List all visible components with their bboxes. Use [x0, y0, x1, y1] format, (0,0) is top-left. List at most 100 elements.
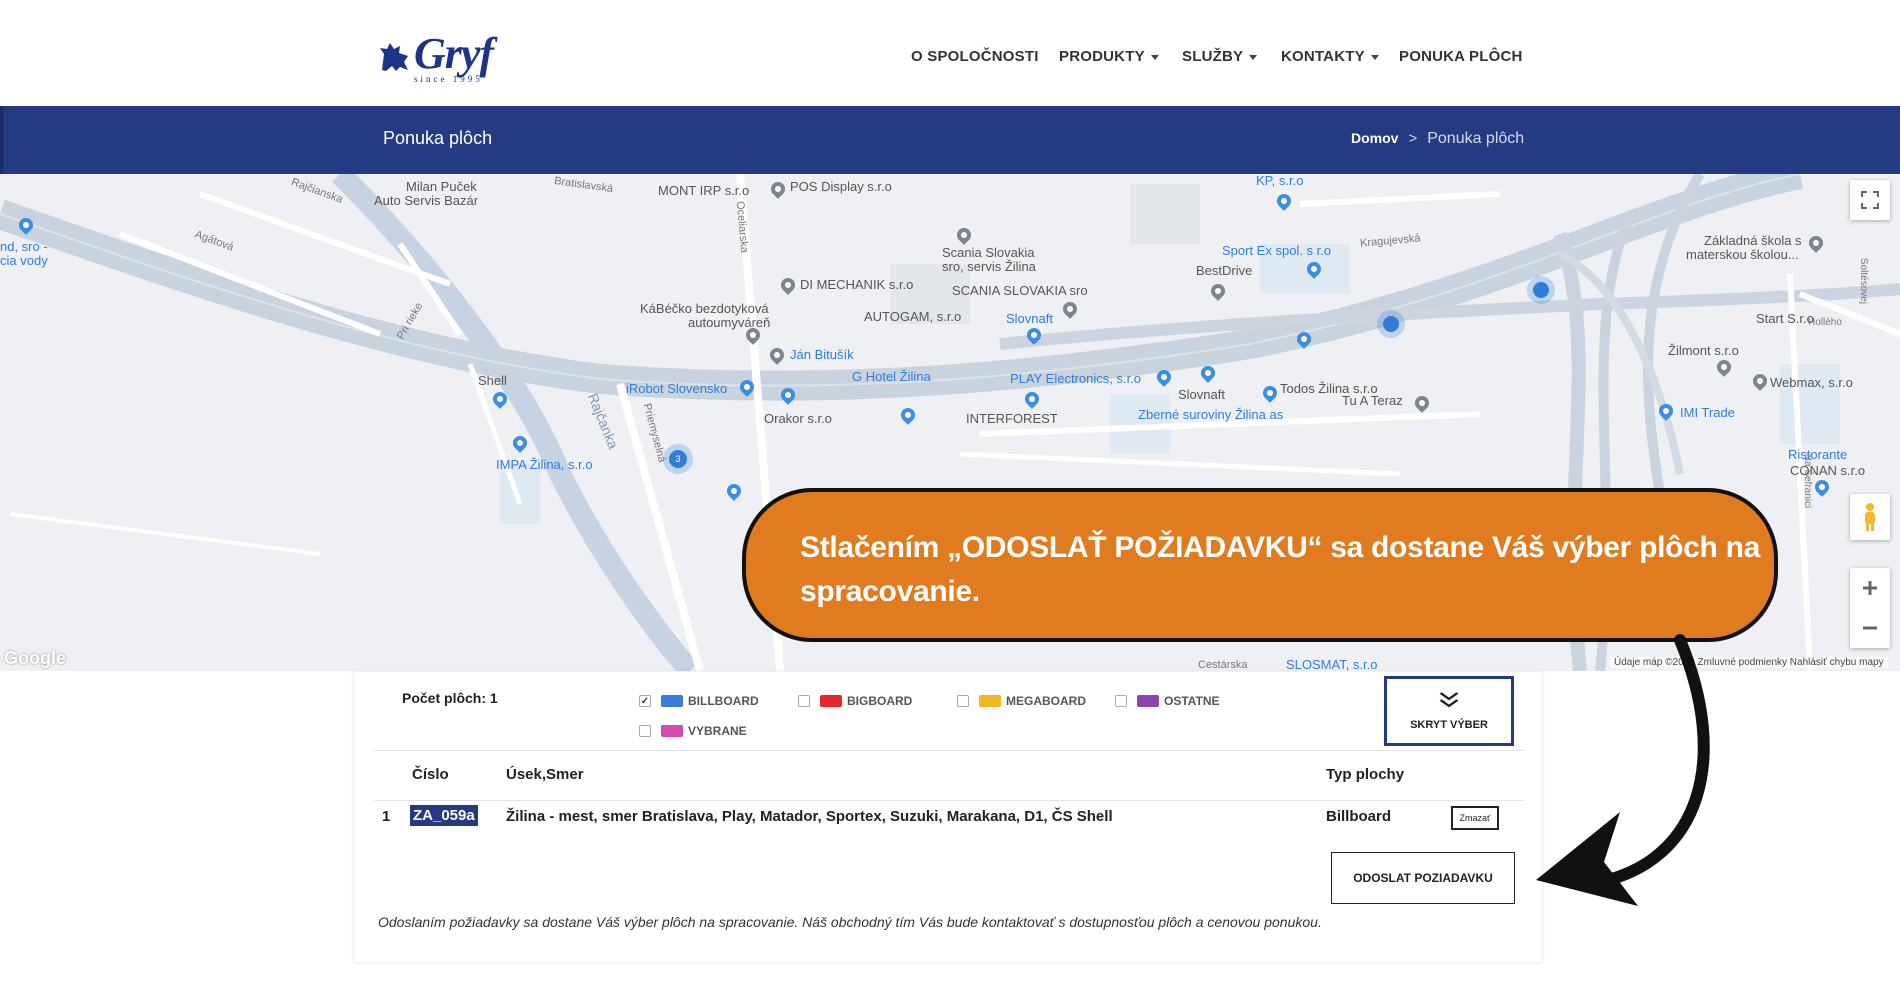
pegman-icon — [1865, 503, 1875, 531]
map-label: Cestárska — [1198, 659, 1248, 671]
map-label: Tu A Teraz — [1342, 393, 1403, 408]
breadcrumb: Domov > Ponuka plôch — [1351, 130, 1524, 148]
selected-location-marker[interactable] — [1383, 316, 1399, 332]
map-label: Auto Servis Bazár — [374, 193, 479, 208]
location-marker[interactable] — [1533, 282, 1549, 298]
map-label: Soltésovej — [1858, 257, 1870, 305]
legend-megaboard[interactable]: MEGABOARD — [957, 694, 1086, 708]
map-label: Milan Puček — [406, 179, 477, 194]
instruction-callout: Stlačením „ODOSLAŤ POŽIADAVKU“ sa dostan… — [742, 488, 1778, 642]
color-swatch — [661, 725, 683, 737]
lion-icon — [380, 43, 408, 71]
map-label: INTERFOREST — [966, 411, 1058, 426]
zoom-out-button[interactable] — [1861, 608, 1879, 648]
map-label: Orakor s.r.o — [764, 411, 832, 426]
checkbox[interactable] — [957, 695, 969, 707]
map-label: nd, sro - — [0, 239, 48, 254]
map-label: IMI Trade — [1680, 405, 1735, 420]
chevron-down-icon — [1150, 54, 1159, 60]
color-swatch — [1137, 695, 1159, 707]
map-label: Ristorante — [1788, 447, 1848, 462]
map-label: Sport Ex spol. s r.o — [1222, 243, 1332, 258]
site-header: Gryf since 1995 O SPOLOČNOSTI PRODUKTY S… — [0, 0, 1900, 106]
plus-icon — [1863, 581, 1877, 595]
map-label: DI MECHANIK s.r.o — [800, 277, 914, 292]
map-label: G Hotel Žilina — [852, 369, 931, 384]
map-label: autoumyváreň — [688, 315, 771, 330]
fullscreen-button[interactable] — [1850, 180, 1890, 220]
map-label: KáBéčko bezdotyková — [640, 301, 769, 316]
checkbox[interactable] — [1115, 695, 1127, 707]
google-logo: Google — [4, 648, 66, 668]
legend-vybrane[interactable]: VYBRANE — [639, 724, 747, 738]
map-label: SCANIA SLOVAKIA sro — [952, 283, 1088, 298]
callout-text: Stlačením „ODOSLAŤ POŽIADAVKU“ sa dostan… — [800, 531, 1761, 608]
map-label: Hollého — [1808, 317, 1842, 328]
map-label: sro, servis Žilina — [942, 259, 1036, 274]
map-label: Základná škola s — [1704, 233, 1802, 248]
page-title-bar: Ponuka plôch Domov > Ponuka plôch — [0, 106, 1900, 174]
map-label: AUTOGAM, s.r.o — [864, 309, 962, 324]
row-section: Žilina - mest, smer Bratislava, Play, Ma… — [506, 808, 1113, 825]
legend-billboard[interactable]: ✓ BILLBOARD — [639, 694, 759, 708]
map-label: Na Šefranici — [1802, 453, 1814, 509]
street-view-button[interactable] — [1850, 494, 1890, 540]
nav-kontakty[interactable]: KONTAKTY — [1281, 48, 1379, 68]
request-note: Odoslaním požiadavky sa dostane Váš výbe… — [378, 914, 1322, 930]
zoom-controls — [1850, 568, 1890, 648]
color-swatch — [661, 695, 683, 707]
row-type: Billboard — [1326, 808, 1392, 825]
chevron-down-icon — [1249, 54, 1258, 60]
legend-ostatne[interactable]: OSTATNE — [1115, 694, 1220, 708]
map-label: Ján Bitušík — [790, 347, 854, 362]
map-label: cia vody — [0, 253, 48, 268]
map-label: Slovnaft — [1006, 311, 1053, 326]
delete-button[interactable]: Zmazať — [1451, 806, 1499, 830]
column-header-section: Úsek,Smer — [506, 766, 584, 783]
map-label: KP, s.r.o — [1256, 174, 1304, 188]
map-label: iRobot Slovensko — [626, 381, 728, 396]
cluster-marker[interactable]: 3 — [669, 450, 687, 468]
checkbox[interactable] — [798, 695, 810, 707]
map-label: Zberné suroviny Žilina as — [1138, 407, 1284, 422]
double-chevron-down-icon — [1436, 691, 1461, 711]
legend-bigboard[interactable]: BIGBOARD — [798, 694, 912, 708]
map-attribution[interactable]: Údaje máp ©2019 Zmluvné podmienky Nahlás… — [1610, 657, 1888, 668]
hide-selection-button[interactable]: SKRYT VÝBER — [1384, 676, 1514, 746]
map-label: Webmax, s.r.o — [1770, 375, 1853, 390]
nav-sluzby[interactable]: SLUŽBY — [1182, 48, 1258, 68]
color-swatch — [820, 695, 842, 707]
checkbox[interactable] — [639, 725, 651, 737]
nav-ponuka-ploch[interactable]: PONUKA PLÔCH — [1399, 48, 1523, 68]
map-label: BestDrive — [1196, 263, 1253, 278]
breadcrumb-current: Ponuka plôch — [1427, 130, 1525, 147]
divider — [374, 750, 1524, 751]
row-index: 1 — [382, 808, 391, 825]
divider — [374, 800, 1524, 801]
selection-panel: Počet plôch: 1 ✓ BILLBOARD BIGBOARD MEGAB… — [354, 672, 1542, 962]
brand-logo[interactable]: Gryf since 1995 — [378, 29, 518, 88]
map-label: PLAY Electronics, s.r.o — [1010, 371, 1142, 386]
map-label: Slovnaft — [1178, 387, 1225, 402]
breadcrumb-home[interactable]: Domov — [1351, 130, 1398, 146]
area-code[interactable]: ZA_059a — [410, 805, 478, 826]
column-header-type: Typ plochy — [1326, 766, 1405, 783]
brand-name: Gryf — [414, 29, 494, 78]
area-count: Počet plôch: 1 — [402, 690, 498, 706]
map-label: MONT IRP s.r.o — [658, 183, 750, 198]
map-label: Žilmont s.r.o — [1668, 343, 1739, 358]
nav-produkty[interactable]: PRODUKTY — [1059, 48, 1159, 68]
column-header-number: Číslo — [412, 766, 449, 783]
map-label: Shell — [478, 373, 507, 388]
nav-o-spolocnosti[interactable]: O SPOLOČNOSTI — [911, 48, 1039, 68]
chevron-down-icon — [1370, 54, 1379, 60]
map-label: IMPA Žilina, s.r.o — [496, 457, 593, 472]
map-label: SLOSMAT, s.r.o — [1286, 657, 1378, 672]
minus-icon — [1863, 626, 1877, 630]
brand-since: since 1995 — [414, 74, 483, 84]
map-label: materskou školou... — [1686, 247, 1799, 262]
checkbox[interactable]: ✓ — [639, 695, 651, 707]
zoom-in-button[interactable] — [1861, 568, 1879, 608]
color-swatch — [979, 695, 1001, 707]
send-request-button[interactable]: ODOSLAT POZIADAVKU — [1331, 852, 1515, 904]
